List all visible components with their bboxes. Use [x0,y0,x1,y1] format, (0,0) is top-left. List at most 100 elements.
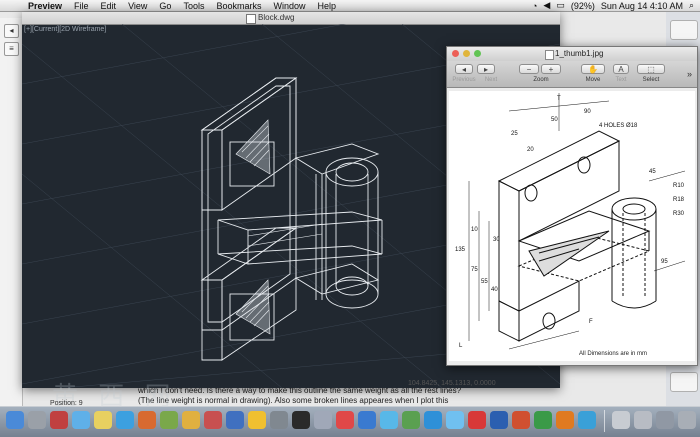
menu-help[interactable]: Help [311,1,342,11]
app-icon[interactable] [336,411,354,429]
drawing-label-30: 30 [493,237,500,243]
word-icon[interactable] [490,411,508,429]
post-line: (The line weight is normal in drawing). … [138,396,449,405]
preview-window-title: 1_thumb1.jpg [555,49,604,58]
back-icon[interactable]: ◂ [4,24,19,38]
drawing-label-t: T [557,96,561,102]
dock [0,406,700,437]
drawing-label-45: 45 [649,169,656,175]
drawing-label-95: 95 [661,259,668,265]
forum-post-text: which I don't need. Is there a way to ma… [138,386,464,406]
drawing-outline [497,130,657,342]
finder-icon[interactable] [6,411,24,429]
menu-bookmarks[interactable]: Bookmarks [210,1,267,11]
app-icon[interactable] [556,411,574,429]
battery-percent[interactable]: (92%) [571,1,595,11]
preview-window[interactable]: 1_thumb1.jpg ◂ ▸ Previous Next − + Zoom … [446,46,698,366]
drawing-label-l: L [459,343,463,349]
clock[interactable]: Sun Aug 14 4:10 AM [601,1,683,11]
menu-tools[interactable]: Tools [177,1,210,11]
firefox-icon[interactable] [138,411,156,429]
app-icon[interactable] [578,411,596,429]
text-label: Text [615,77,627,83]
downloads-icon[interactable] [656,411,674,429]
drawing-label-r18: R18 [673,197,685,203]
trash-icon[interactable] [678,411,696,429]
close-icon[interactable] [452,50,459,57]
pages-icon[interactable]: ≡ [4,42,19,56]
panel-button[interactable] [670,20,698,40]
drawing-label-r10: R10 [673,183,685,189]
move-tool-button[interactable]: ✋ [581,64,605,74]
app-icon[interactable] [226,411,244,429]
dimension-lines [468,93,686,350]
folder-icon[interactable] [612,411,630,429]
next-label: Next [484,77,498,83]
spotlight-icon[interactable]: ⌕ [689,0,694,11]
app-icon[interactable] [182,411,200,429]
dock-separator [604,410,605,432]
previous-button[interactable]: ◂ [455,64,473,74]
app-icon[interactable] [50,411,68,429]
select-tool-button[interactable]: ⬚ [637,64,665,74]
next-button[interactable]: ▸ [477,64,495,74]
image-file-icon [545,50,554,60]
battery-icon[interactable]: ▭ [556,0,565,11]
app-icon[interactable] [72,411,90,429]
preview-title-bar[interactable]: 1_thumb1.jpg [447,47,697,61]
powerpoint-icon[interactable] [512,411,530,429]
zoom-out-button[interactable]: − [519,64,539,74]
drawing-label-55: 55 [481,279,488,285]
menu-edit[interactable]: Edit [95,1,123,11]
drawing-label-50: 50 [551,117,558,123]
zoom-in-button[interactable]: + [541,64,561,74]
toolbar-overflow-icon[interactable]: » [687,69,692,79]
preview-toolbar: ◂ ▸ Previous Next − + Zoom ✋ Move A Text… [447,61,697,88]
coordinate-readout: 104.8425, 145.1313, 0.0000 [408,380,496,387]
wifi-icon[interactable]: ◔ [532,1,537,11]
app-icon[interactable] [402,411,420,429]
app-icon[interactable] [94,411,112,429]
app-icon[interactable] [358,411,376,429]
app-icon[interactable] [424,411,442,429]
drawing-label-25: 25 [511,131,518,137]
app-icon[interactable] [468,411,486,429]
cad-window-title: Block.dwg [258,13,295,22]
drawing-label-10: 10 [471,227,478,233]
app-icon[interactable] [446,411,464,429]
safari-icon[interactable] [116,411,134,429]
minimize-icon[interactable] [463,50,470,57]
panel-button[interactable] [670,372,698,392]
menu-view[interactable]: View [122,1,153,11]
zoom-window-icon[interactable] [474,50,481,57]
move-label: Move [585,77,601,83]
app-icon[interactable] [248,411,266,429]
block-wireframe [200,77,383,361]
rib-hatching [235,119,323,335]
menu-go[interactable]: Go [153,1,177,11]
preview-image: T 90 50 4 HOLES Ø18 25 20 45 R10 R18 R30… [449,91,695,361]
dashboard-icon[interactable] [28,411,46,429]
select-label: Select [642,77,660,83]
volume-icon[interactable]: ◀ [543,0,550,11]
folder-icon[interactable] [634,411,652,429]
excel-icon[interactable] [534,411,552,429]
app-icon[interactable] [204,411,222,429]
menu-file[interactable]: File [68,1,95,11]
text-tool-button[interactable]: A [613,64,629,74]
dimension-note: All Dimensions are in mm [579,351,648,357]
drawing-label-135: 135 [455,247,466,253]
technical-drawing: T 90 50 4 HOLES Ø18 25 20 45 R10 R18 R30… [455,93,686,350]
previous-label: Previous [452,77,476,83]
menu-bar: Preview File Edit View Go Tools Bookmark… [0,0,700,12]
app-icon[interactable] [314,411,332,429]
app-icon[interactable] [270,411,288,429]
background-left-toolbar: ◂ ≡ [0,18,23,406]
menu-app-name[interactable]: Preview [22,1,68,11]
app-icon[interactable] [160,411,178,429]
drawing-label-20: 20 [527,147,534,153]
app-icon[interactable] [380,411,398,429]
app-icon[interactable] [292,411,310,429]
menu-window[interactable]: Window [267,1,311,11]
drawing-label-holes: 4 HOLES Ø18 [599,123,638,129]
